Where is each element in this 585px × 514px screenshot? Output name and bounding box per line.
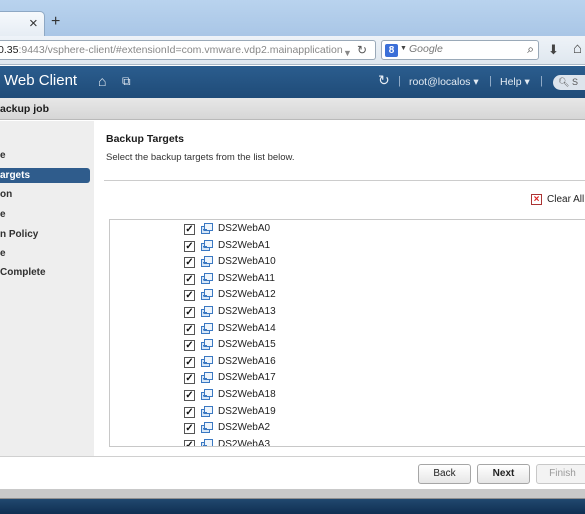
- reload-icon[interactable]: ↻: [357, 41, 367, 59]
- vm-icon: [201, 389, 213, 400]
- wizard-footer: Back Next Finish: [0, 456, 585, 489]
- target-name: DS2WebA11: [218, 272, 275, 284]
- chevron-down-icon: ▾: [524, 76, 530, 88]
- bookmark-dropdown-icon[interactable]: ▼: [343, 44, 352, 59]
- divider: [104, 180, 585, 181]
- target-name: DS2WebA16: [218, 355, 276, 367]
- target-name: DS2WebA12: [218, 289, 276, 301]
- app-title: Web Client: [4, 72, 78, 89]
- search-icon[interactable]: ⌕: [527, 42, 534, 57]
- taskbar: [0, 499, 585, 514]
- target-name: DS2WebA3: [218, 438, 271, 447]
- target-checkbox[interactable]: ✓: [184, 423, 195, 435]
- wizard-step-active[interactable]: argets: [0, 168, 90, 183]
- target-checkbox[interactable]: ✓: [184, 390, 195, 401]
- finish-button: Finish: [536, 464, 585, 484]
- download-icon[interactable]: ⬇: [548, 42, 559, 58]
- clear-all-label: Clear All: [547, 194, 585, 206]
- help-menu[interactable]: Help ▾: [500, 76, 530, 88]
- link-icon[interactable]: ⧉: [122, 74, 131, 89]
- user-name: root@localos: [409, 76, 471, 88]
- target-name: DS2WebA1: [218, 239, 271, 251]
- target-name: DS2WebA10: [218, 256, 276, 268]
- url-path: :9443/vsphere-client/#extensionId=com.vm…: [18, 44, 343, 56]
- wizard-step[interactable]: n Policy: [0, 229, 38, 240]
- search-placeholder: Google: [409, 43, 443, 55]
- target-name: DS2WebA17: [218, 372, 276, 384]
- vm-icon: [201, 272, 213, 284]
- next-button[interactable]: Next: [477, 464, 530, 484]
- vm-icon: [201, 422, 213, 434]
- target-checkbox[interactable]: ✓: [184, 340, 195, 352]
- target-checkbox[interactable]: ✓: [184, 439, 195, 446]
- search-engine-icon[interactable]: 8: [385, 44, 398, 57]
- wizard-step[interactable]: on: [0, 189, 12, 200]
- target-name: DS2WebA18: [218, 389, 276, 400]
- close-tab-icon[interactable]: ×: [29, 16, 38, 31]
- wizard-step[interactable]: e: [0, 150, 6, 161]
- target-name: DS2WebA19: [218, 405, 276, 417]
- target-checkbox[interactable]: ✓: [184, 290, 195, 302]
- header-search-input[interactable]: 🔍︎ S: [553, 75, 585, 90]
- target-checkbox[interactable]: ✓: [184, 323, 195, 335]
- section-description: Select the backup targets from the list …: [106, 152, 295, 163]
- home-icon[interactable]: ⌂: [98, 73, 106, 89]
- vm-icon: [201, 339, 213, 351]
- vm-icon: [201, 239, 213, 251]
- target-name: DS2WebA2: [218, 422, 271, 434]
- target-name: DS2WebA0: [218, 223, 271, 234]
- new-tab-icon[interactable]: +: [51, 14, 60, 30]
- user-menu[interactable]: root@localos ▾: [409, 76, 479, 88]
- url-host: 0.35: [0, 44, 19, 56]
- chevron-down-icon: ▾: [473, 76, 479, 88]
- backup-target-list[interactable]: ✓ DS2WebA0 ✓ DS2WebA1 ✓ DS2WebA10 ✓ DS2WebA11 ✓ D…: [109, 219, 585, 447]
- browser-home-icon[interactable]: ⌂: [573, 40, 582, 57]
- target-checkbox[interactable]: ✓: [184, 406, 195, 418]
- vm-icon: [201, 223, 213, 234]
- wizard-steps: e argets on e n Policy e Complete: [0, 121, 94, 456]
- target-name: DS2WebA14: [218, 322, 276, 334]
- target-name: DS2WebA13: [218, 306, 276, 317]
- address-bar[interactable]: 0.35:9443/vsphere-client/#extensionId=co…: [0, 40, 376, 60]
- vm-icon: [201, 405, 213, 417]
- refresh-icon[interactable]: ↻: [378, 72, 390, 89]
- header-separator: |: [398, 75, 401, 87]
- target-checkbox[interactable]: ✓: [184, 273, 195, 285]
- search-engine-dropdown-icon[interactable]: ▼: [400, 45, 407, 52]
- vm-icon: [201, 256, 213, 268]
- app-header: Web Client ⌂ ⧉ ↻ | root@localos ▾ | Help…: [0, 66, 585, 98]
- back-button[interactable]: Back: [418, 464, 471, 484]
- dialog-title-bar: ackup job: [0, 98, 585, 120]
- wizard-step[interactable]: e: [0, 248, 6, 259]
- browser-tab[interactable]: ×: [0, 11, 45, 36]
- wizard-content: Backup Targets Select the backup targets…: [94, 121, 585, 456]
- section-title: Backup Targets: [106, 133, 184, 145]
- browser-tab-strip: × +: [0, 0, 585, 36]
- header-separator: |: [540, 75, 543, 87]
- target-checkbox[interactable]: ✓: [184, 224, 195, 235]
- wizard-step[interactable]: Complete: [0, 267, 46, 278]
- vm-icon: [201, 306, 213, 317]
- wizard-step[interactable]: e: [0, 209, 6, 220]
- clear-all-icon: ×: [531, 194, 542, 205]
- target-checkbox[interactable]: ✓: [184, 356, 195, 368]
- vm-icon: [201, 372, 213, 384]
- target-checkbox[interactable]: ✓: [184, 307, 195, 318]
- search-box[interactable]: 8 ▼ Google ⌕: [381, 40, 539, 60]
- dialog-title: ackup job: [0, 103, 50, 115]
- vm-icon: [201, 438, 213, 446]
- vm-icon: [201, 289, 213, 301]
- window-bottom-strip: [0, 489, 585, 499]
- target-checkbox[interactable]: ✓: [184, 257, 195, 269]
- help-label: Help: [500, 76, 522, 88]
- target-checkbox[interactable]: ✓: [184, 240, 195, 252]
- vm-icon: [201, 322, 213, 334]
- header-separator: |: [489, 75, 492, 87]
- target-name: DS2WebA15: [218, 339, 276, 351]
- browser-nav-bar: 0.35:9443/vsphere-client/#extensionId=co…: [0, 36, 585, 65]
- vm-icon: [201, 355, 213, 367]
- target-checkbox[interactable]: ✓: [184, 373, 195, 385]
- clear-all-button[interactable]: × Clear All: [531, 194, 584, 205]
